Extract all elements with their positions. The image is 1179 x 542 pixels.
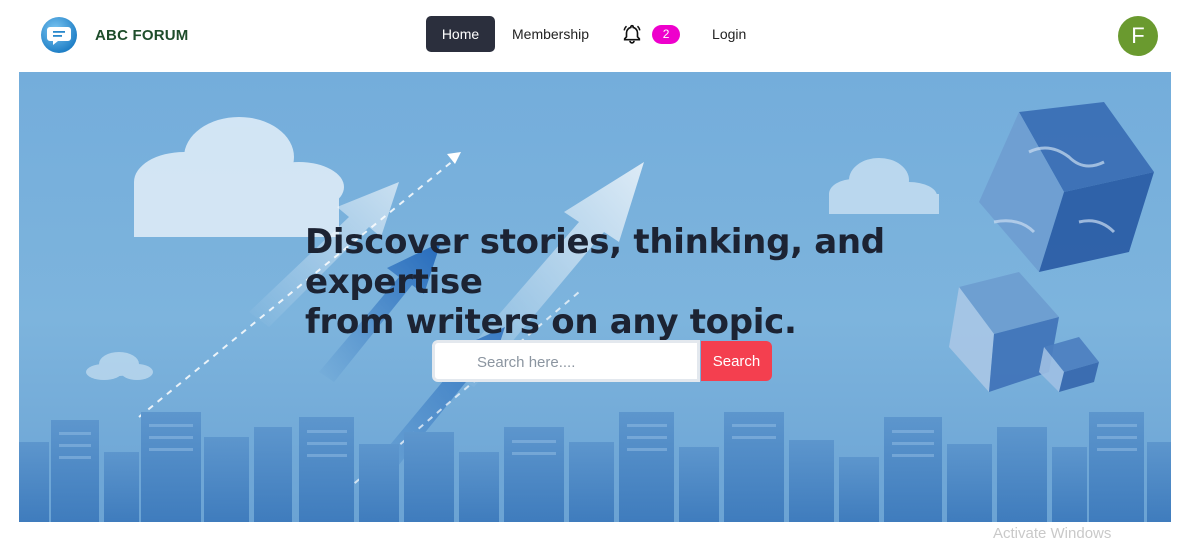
- activate-windows-watermark: Activate Windows: [993, 525, 1112, 542]
- hero-banner: Discover stories, thinking, and expertis…: [19, 72, 1171, 522]
- main-nav: Home Membership 2 Login: [426, 16, 746, 52]
- search-input[interactable]: [475, 343, 699, 381]
- user-avatar[interactable]: F: [1118, 16, 1158, 56]
- hero-headline: Discover stories, thinking, and expertis…: [305, 222, 1065, 342]
- cloud-left: [134, 117, 344, 237]
- top-navbar: ABC FORUM Home Membership 2 Login F: [0, 0, 1179, 72]
- hero-headline-line1: Discover stories, thinking, and expertis…: [305, 222, 885, 302]
- search-box: [432, 340, 700, 382]
- bell-icon[interactable]: [621, 23, 643, 45]
- cloud-right: [829, 158, 939, 214]
- search-button[interactable]: Search: [701, 341, 772, 381]
- nav-login-link[interactable]: Login: [712, 26, 746, 42]
- brand[interactable]: ABC FORUM: [40, 16, 188, 54]
- hero-headline-line2: from writers on any topic.: [305, 302, 797, 342]
- city-skyline: [19, 412, 1171, 522]
- brand-name: ABC FORUM: [95, 26, 189, 44]
- cloud-small: [86, 352, 153, 380]
- speech-bubble-icon: [41, 17, 77, 53]
- notification-count-badge: 2: [652, 24, 681, 44]
- nav-membership-link[interactable]: Membership: [512, 26, 589, 42]
- nav-home-button[interactable]: Home: [426, 16, 495, 52]
